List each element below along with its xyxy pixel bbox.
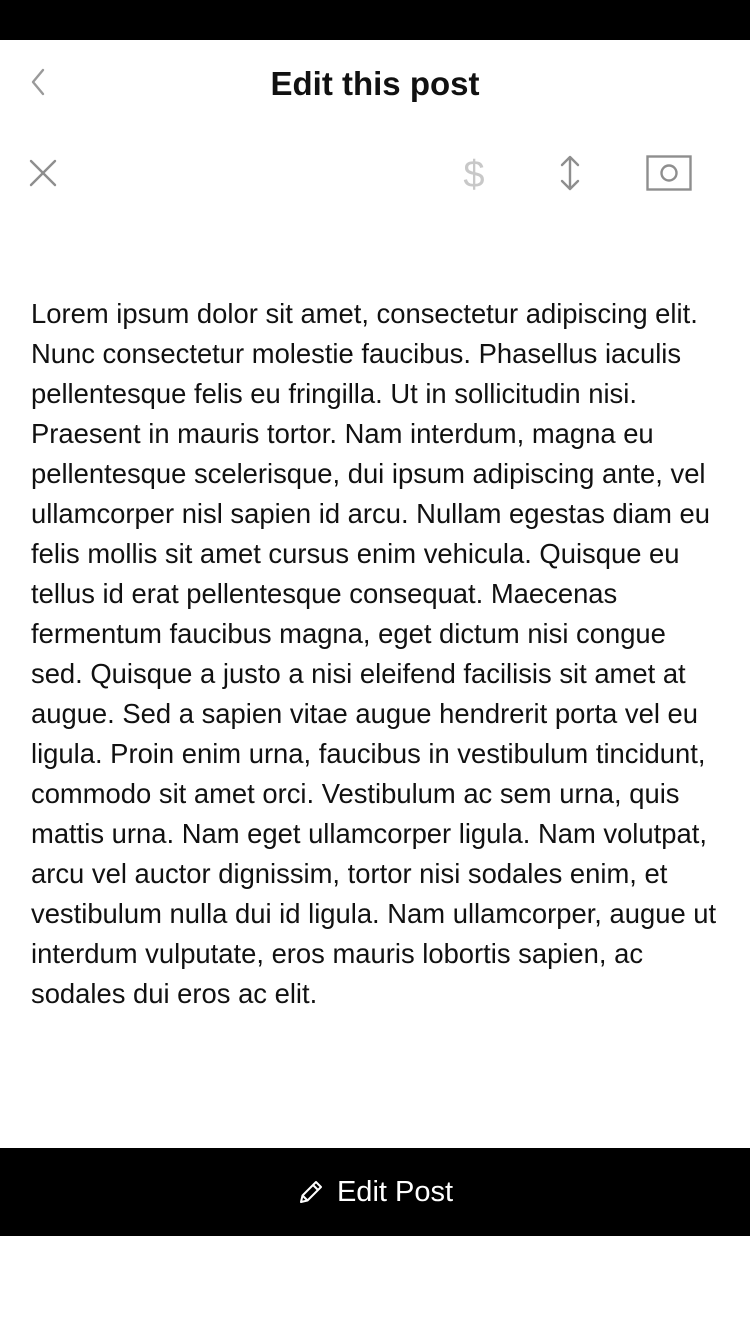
add-photo-button[interactable] bbox=[640, 150, 698, 200]
price-button[interactable]: $ bbox=[448, 150, 500, 200]
status-bar bbox=[0, 0, 750, 40]
pencil-icon bbox=[297, 1178, 325, 1206]
close-button[interactable] bbox=[20, 150, 66, 200]
dollar-icon: $ bbox=[463, 154, 485, 196]
editor-toolbar: $ bbox=[0, 140, 750, 210]
edit-post-button[interactable]: Edit Post bbox=[0, 1148, 750, 1236]
camera-icon bbox=[646, 154, 692, 196]
vertical-resize-icon bbox=[558, 155, 582, 196]
page-title: Edit this post bbox=[270, 65, 480, 102]
post-body-text[interactable]: Lorem ipsum dolor sit amet, consectetur … bbox=[31, 294, 721, 1014]
navigation-bar: Edit this post bbox=[0, 40, 750, 128]
edit-post-label: Edit Post bbox=[336, 1176, 454, 1208]
close-icon bbox=[29, 159, 57, 192]
resize-button[interactable] bbox=[546, 150, 594, 200]
